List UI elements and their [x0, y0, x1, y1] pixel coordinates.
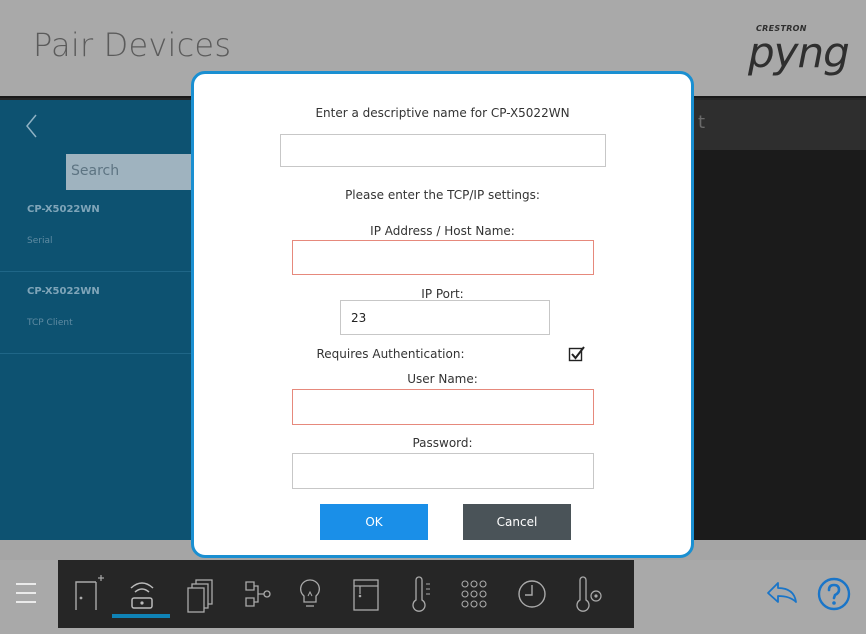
pair-device-dialog: Enter a descriptive name for CP-X5022WN …: [191, 71, 694, 558]
password-label: Password:: [412, 436, 473, 450]
ip-address-label: IP Address / Host Name:: [370, 224, 515, 238]
password-input[interactable]: [292, 453, 594, 489]
ip-address-input[interactable]: [292, 240, 594, 275]
name-prompt-label: Enter a descriptive name for CP-X5022WN: [315, 106, 570, 120]
user-name-input[interactable]: [292, 389, 594, 425]
requires-authentication-checkbox[interactable]: [568, 345, 586, 363]
ok-button[interactable]: OK: [320, 504, 428, 540]
user-name-label: User Name:: [407, 372, 478, 386]
requires-authentication-label: Requires Authentication:: [316, 347, 465, 361]
cancel-button[interactable]: Cancel: [463, 504, 571, 540]
tcp-settings-prompt: Please enter the TCP/IP settings:: [345, 188, 540, 202]
ip-port-input[interactable]: 23: [340, 300, 550, 335]
ip-port-label: IP Port:: [421, 287, 464, 301]
device-name-input[interactable]: [280, 134, 606, 167]
